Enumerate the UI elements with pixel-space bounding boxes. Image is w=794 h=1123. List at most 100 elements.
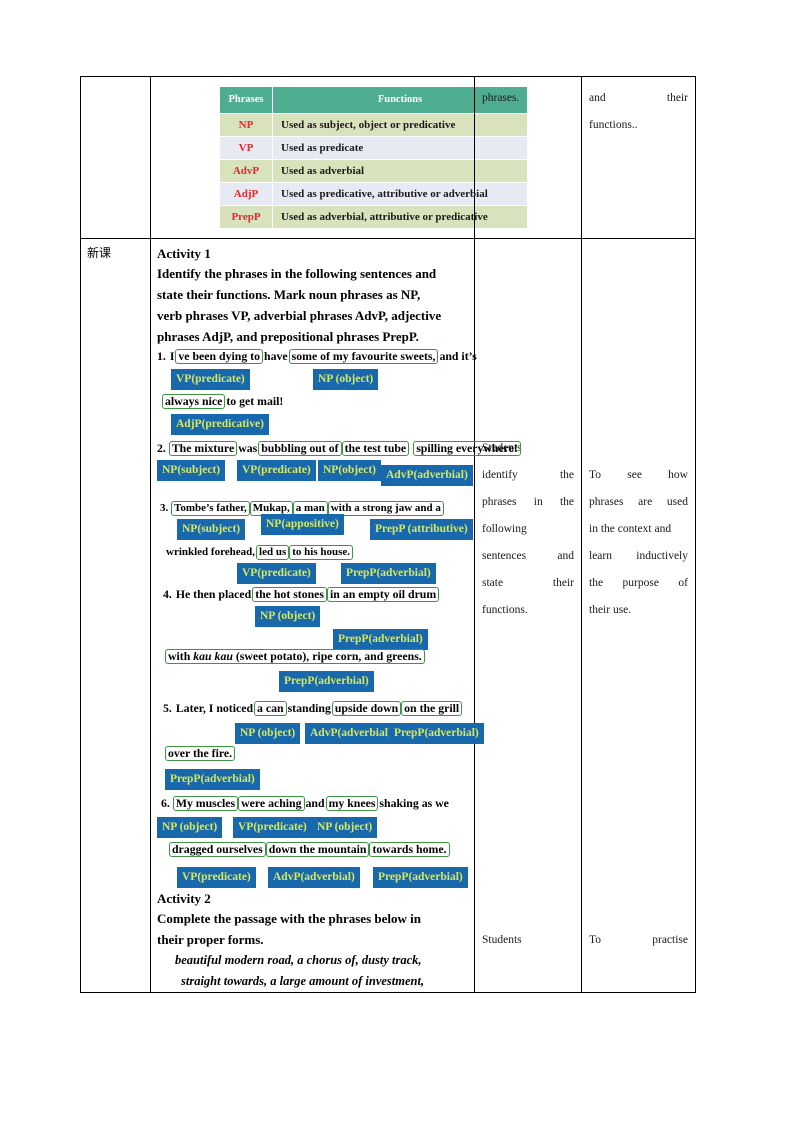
s6-chunk-prepp-towards: towards home.: [369, 842, 450, 857]
phrase-tag-vp: VP: [219, 136, 273, 160]
activity2-title: Activity 2: [157, 891, 211, 906]
stage-cell: 新课: [80, 238, 151, 993]
activity-cell-row1: phrases.: [474, 76, 582, 239]
phrase-header-phrases: Phrases: [219, 86, 273, 114]
students-line-3: phrases in the: [482, 496, 574, 508]
tag-np-object-s2: NP(object): [318, 460, 382, 481]
s2-plain-was: was: [238, 441, 258, 455]
s6-chunk-advp-down: down the mountain: [265, 842, 370, 857]
activity1-intro-line1: Identify the phrases in the following se…: [157, 266, 437, 281]
sentence-3-number: 3.: [160, 502, 169, 514]
sentence-5-number: 5.: [163, 701, 172, 715]
tag-advp-adverbial-s5: AdvP(adverbial): [305, 723, 397, 744]
tag-prepp-adverbial-s4-2: PrepP(adverbial): [279, 671, 374, 692]
tag-adjp-predicative-s1: AdjP(predicative): [171, 414, 269, 435]
tag-prepp-adverbial-s6: PrepP(adverbial): [373, 867, 468, 888]
s6-plain-and: and: [305, 796, 325, 810]
s1-chunk-np: some of my favourite sweets,: [288, 349, 439, 364]
tag-prepp-adverbial-s5-1: PrepP(adverbial): [389, 723, 484, 744]
sentence-5-line-1: 5. Later, I noticed a can standing upside d…: [163, 701, 463, 716]
activity1-intro-line3: verb phrases VP, adverbial phrases AdvP,…: [157, 308, 442, 323]
s1-plain-a: I: [169, 349, 175, 363]
s5-plain-standing: standing: [287, 701, 331, 715]
s1-plain-e: and it’s: [439, 349, 477, 363]
tag-prepp-adverbial-s5-2: PrepP(adverbial): [165, 769, 260, 790]
table-row: 新课 Activity 1 Identify the phrases in th…: [80, 238, 696, 993]
sentence-3-line-2: wrinkled forehead, led us to his house.: [165, 545, 354, 560]
phrase-tag-np: NP: [219, 113, 273, 137]
aim-text-row1-line1: and their: [589, 92, 688, 104]
sentence-6-line-2: dragged ourselves down the mountain toward…: [169, 842, 450, 857]
s5-chunk-advp: upside down: [331, 701, 402, 716]
s2-chunk-np-object: the test tube: [341, 441, 410, 456]
aim-line-1: To see how: [589, 469, 688, 481]
s5-plain-later: Later, I noticed: [175, 701, 254, 715]
tag-np-appositive-s3: NP(appositive): [261, 514, 344, 535]
sentence-1-line-2: always nice to get mail!: [162, 394, 284, 409]
activity-body-cell: Activity 1 Identify the phrases in the f…: [150, 238, 521, 993]
sentence-4-line-2: with kau kau (sweet potato), ripe corn, …: [165, 649, 425, 664]
s1-chunk-adjp: always nice: [162, 394, 226, 409]
s6-chunk-np-knees: my knees: [325, 796, 379, 811]
tag-vp-predicate-s3: VP(predicate): [237, 563, 316, 584]
sentence-2-line-1: 2. The mixture was bubbling out of the test…: [157, 441, 521, 456]
activity-students-cell: Students identify the phrases in the fol…: [474, 238, 582, 993]
s3-chunk-prepp-adverbial: to his house.: [289, 545, 354, 560]
s3-chunk-vp: led us: [256, 545, 290, 560]
activity2-wordbank-line2: straight towards, a large amount of inve…: [181, 974, 425, 988]
s1-plain-c: have: [264, 349, 288, 363]
tag-np-object-s4: NP (object): [255, 606, 321, 627]
sentence-6-number: 6.: [161, 796, 170, 810]
sentence-2-number: 2.: [157, 441, 166, 455]
aim-text-row1-line2: functions..: [589, 119, 638, 131]
s6-chunk-np-muscles: My muscles: [172, 796, 239, 811]
sentence-1-line-1: 1. Ive been dying to have some of my favou…: [157, 349, 478, 364]
s2-chunk-np-subject: The mixture: [168, 441, 238, 456]
s1-plain-f: to get mail!: [226, 394, 284, 408]
s4-chunk-prepp-adverbial-1: in an empty oil drum: [327, 587, 440, 602]
aim-line-5: the purpose of: [589, 577, 688, 589]
tag-np-object-s6-1: NP (object): [157, 817, 223, 838]
phrase-tag-adjp: AdjP: [219, 182, 273, 206]
tag-vp-predicate-s2: VP(predicate): [237, 460, 316, 481]
tag-advp-adverbial-s2: AdvP(adverbial): [381, 465, 473, 486]
students-line-5: sentences and: [482, 550, 574, 562]
activity2-wordbank-line1: beautiful modern road, a chorus of, dust…: [175, 953, 422, 967]
tag-np-object-s1: NP (object): [313, 369, 379, 390]
lesson-plan-table: Phrases Functions NP Used as subject, ob…: [80, 76, 696, 993]
students-line-4: following: [482, 523, 527, 535]
sentence-5-line-2: over the fire.: [165, 746, 236, 761]
tag-np-object-s5: NP (object): [235, 723, 301, 744]
s6-plain-shaking: shaking as we: [379, 796, 449, 810]
phrase-function-cell: Phrases Functions NP Used as subject, ob…: [150, 76, 528, 239]
s3-chunk-np-subject: Tombe’s father,: [171, 501, 250, 516]
annotated-sentences: 1. Ive been dying to have some of my favou…: [157, 349, 521, 888]
aim-activity2: To practise: [589, 934, 688, 946]
aim-line-2: phrases are used: [589, 496, 688, 508]
activity1-intro-line4: phrases AdjP, and prepositional phrases …: [157, 329, 419, 344]
tag-vp-predicate-s6-1: VP(predicate): [233, 817, 312, 838]
activity2-intro-line1: Complete the passage with the phrases be…: [157, 911, 421, 926]
students-activity2: Students: [482, 934, 522, 946]
s6-chunk-vp-dragged: dragged ourselves: [169, 842, 266, 857]
students-line-6: state their: [482, 577, 574, 589]
aim-line-3: in the context and: [589, 523, 672, 535]
s4-plain-he-placed: He then placed: [175, 587, 252, 601]
tag-vp-predicate-s6-2: VP(predicate): [177, 867, 256, 888]
aim-line-4: learn inductively: [589, 550, 688, 562]
s2-chunk-vp: bubbling out of: [258, 441, 342, 456]
s5-chunk-prepp-fire: over the fire.: [165, 746, 236, 761]
sentence-4-number: 4.: [163, 587, 172, 601]
s4-kau-prefix: with: [168, 649, 194, 663]
s4-kau-suffix: (sweet potato), ripe corn, and greens.: [232, 649, 422, 663]
activity2-intro-line2: their proper forms.: [157, 932, 264, 947]
aim-cell: To see how phrases are used in the conte…: [581, 238, 696, 993]
tag-advp-adverbial-s6: AdvP(adverbial): [268, 867, 360, 888]
s3-chunk-prepp-attributive: with a strong jaw and a: [327, 501, 444, 516]
tag-vp-predicate-s1: VP(predicate): [171, 369, 250, 390]
aim-line-6: their use.: [589, 604, 632, 616]
s2-chunk-advp: spilling everywhere!: [413, 441, 521, 456]
phrase-tag-advp: AdvP: [219, 159, 273, 183]
s4-chunk-prepp-adverbial-2: with kau kau (sweet potato), ripe corn, …: [165, 649, 425, 664]
s5-chunk-np-object: a can: [254, 701, 287, 716]
